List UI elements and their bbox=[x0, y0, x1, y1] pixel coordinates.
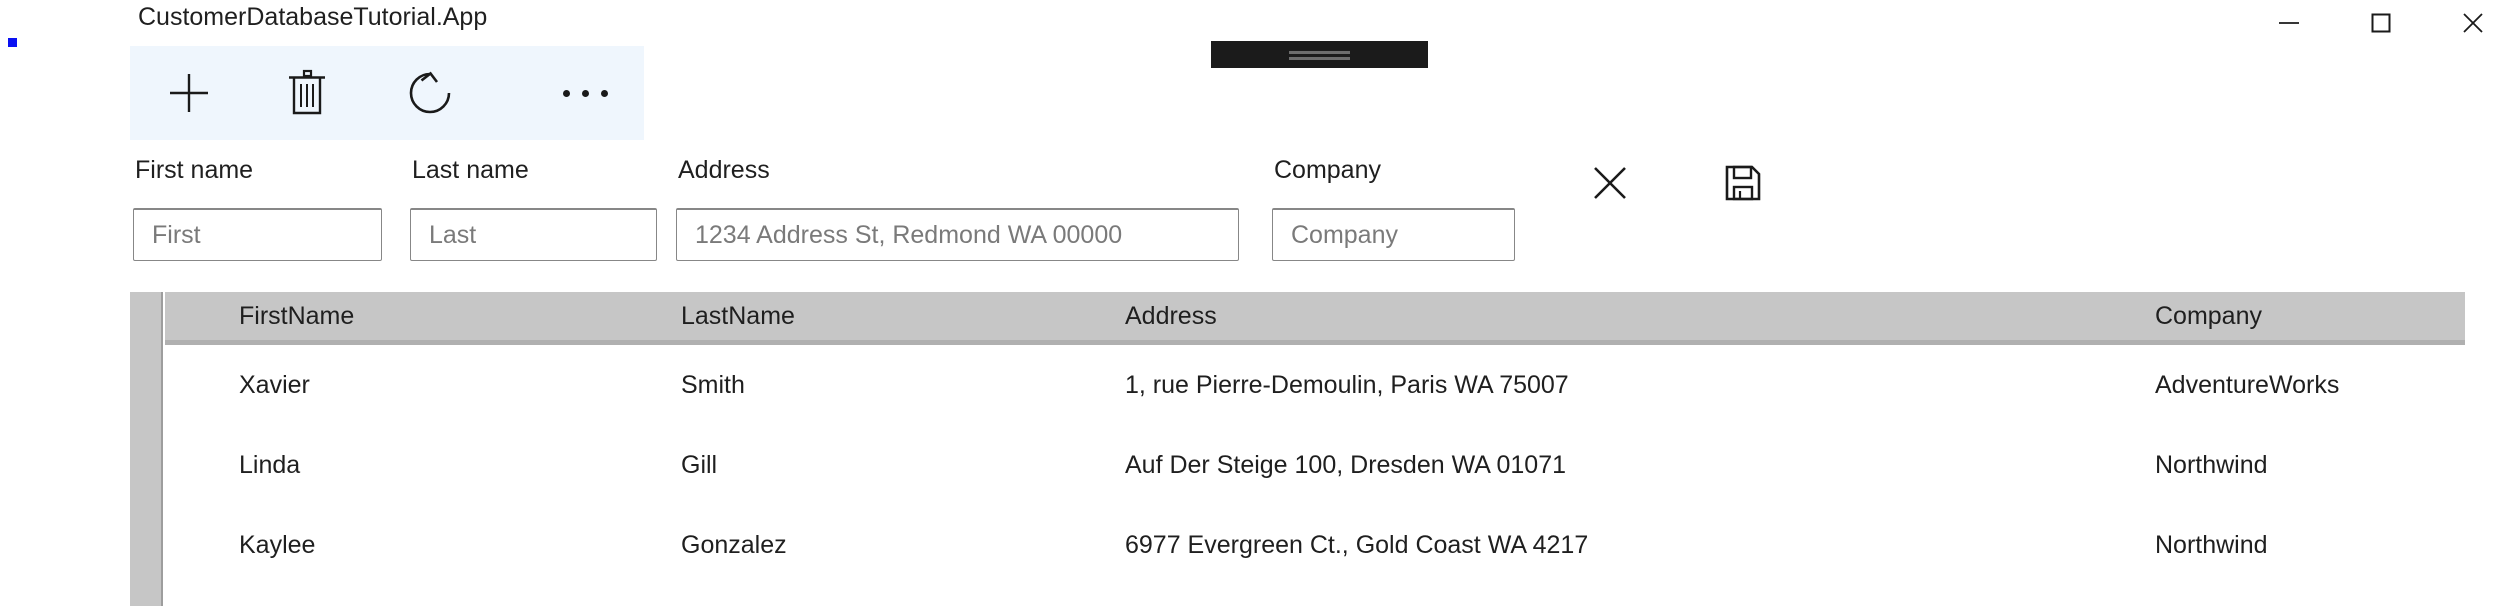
company-label: Company bbox=[1274, 156, 1381, 184]
column-header-address[interactable]: Address bbox=[1125, 292, 1217, 340]
address-placeholder: 1234 Address St, Redmond WA 00000 bbox=[695, 221, 1123, 249]
minimize-icon bbox=[2279, 22, 2299, 24]
add-icon bbox=[170, 74, 208, 112]
cancel-icon bbox=[1594, 167, 1626, 199]
title-bar: CustomerDatabaseTutorial.App bbox=[0, 0, 2500, 46]
cell-lastname: Gill bbox=[681, 450, 718, 479]
grip-line-top bbox=[1289, 51, 1350, 54]
last-name-label: Last name bbox=[412, 156, 529, 184]
blue-marker-dot bbox=[8, 38, 17, 47]
delete-button[interactable] bbox=[248, 46, 366, 140]
customers-data-grid[interactable]: FirstName LastName Address Company Xavie… bbox=[130, 292, 2500, 606]
more-button[interactable] bbox=[526, 46, 644, 140]
cell-firstname: Linda bbox=[239, 450, 301, 479]
drag-grip-widget[interactable] bbox=[1211, 41, 1428, 68]
cell-address: 1, rue Pierre-Demoulin, Paris WA 75007 bbox=[1125, 370, 1569, 399]
table-row[interactable]: Linda Gill Auf Der Steige 100, Dresden W… bbox=[165, 425, 2465, 505]
delete-icon bbox=[289, 69, 325, 115]
cell-lastname: Smith bbox=[681, 370, 745, 399]
column-header-lastname[interactable]: LastName bbox=[681, 292, 795, 340]
row-selector-gutter bbox=[130, 292, 163, 606]
refresh-icon bbox=[409, 71, 451, 114]
company-input[interactable]: Company bbox=[1272, 208, 1515, 261]
command-bar bbox=[130, 46, 644, 140]
column-header-company[interactable]: Company bbox=[2155, 292, 2262, 340]
customer-editor-form: First name First Last name Last Address … bbox=[0, 155, 2500, 270]
save-button[interactable] bbox=[1715, 155, 1771, 211]
cell-firstname: Xavier bbox=[239, 370, 310, 399]
app-title: CustomerDatabaseTutorial.App bbox=[138, 3, 488, 31]
cell-company: Northwind bbox=[2155, 530, 2268, 559]
maximize-icon bbox=[2371, 13, 2391, 33]
cancel-button[interactable] bbox=[1582, 155, 1638, 211]
more-icon bbox=[562, 89, 608, 97]
first-name-placeholder: First bbox=[152, 221, 201, 249]
grip-line-bottom bbox=[1289, 57, 1350, 60]
last-name-input[interactable]: Last bbox=[410, 208, 657, 261]
cell-company: AdventureWorks bbox=[2155, 370, 2340, 399]
window-maximize-button[interactable] bbox=[2345, 0, 2417, 46]
table-row[interactable]: Xavier Smith 1, rue Pierre-Demoulin, Par… bbox=[165, 345, 2465, 425]
address-label: Address bbox=[678, 156, 770, 184]
window-close-button[interactable] bbox=[2437, 0, 2500, 46]
company-placeholder: Company bbox=[1291, 221, 1398, 249]
cell-company: Northwind bbox=[2155, 450, 2268, 479]
window-minimize-button[interactable] bbox=[2253, 0, 2325, 46]
last-name-placeholder: Last bbox=[429, 221, 477, 249]
save-icon bbox=[1725, 165, 1761, 201]
first-name-input[interactable]: First bbox=[133, 208, 382, 261]
cell-address: Auf Der Steige 100, Dresden WA 01071 bbox=[1125, 450, 1567, 479]
first-name-label: First name bbox=[135, 156, 254, 184]
cell-lastname: Gonzalez bbox=[681, 530, 787, 559]
add-button[interactable] bbox=[130, 46, 248, 140]
cell-address: 6977 Evergreen Ct., Gold Coast WA 4217 bbox=[1125, 530, 1589, 559]
close-icon bbox=[2463, 13, 2483, 33]
column-header-firstname[interactable]: FirstName bbox=[239, 292, 354, 340]
address-input[interactable]: 1234 Address St, Redmond WA 00000 bbox=[676, 208, 1239, 261]
refresh-button[interactable] bbox=[371, 46, 489, 140]
grid-header-row: FirstName LastName Address Company bbox=[165, 292, 2465, 340]
cell-firstname: Kaylee bbox=[239, 530, 316, 559]
table-row[interactable]: Kaylee Gonzalez 6977 Evergreen Ct., Gold… bbox=[165, 505, 2465, 585]
